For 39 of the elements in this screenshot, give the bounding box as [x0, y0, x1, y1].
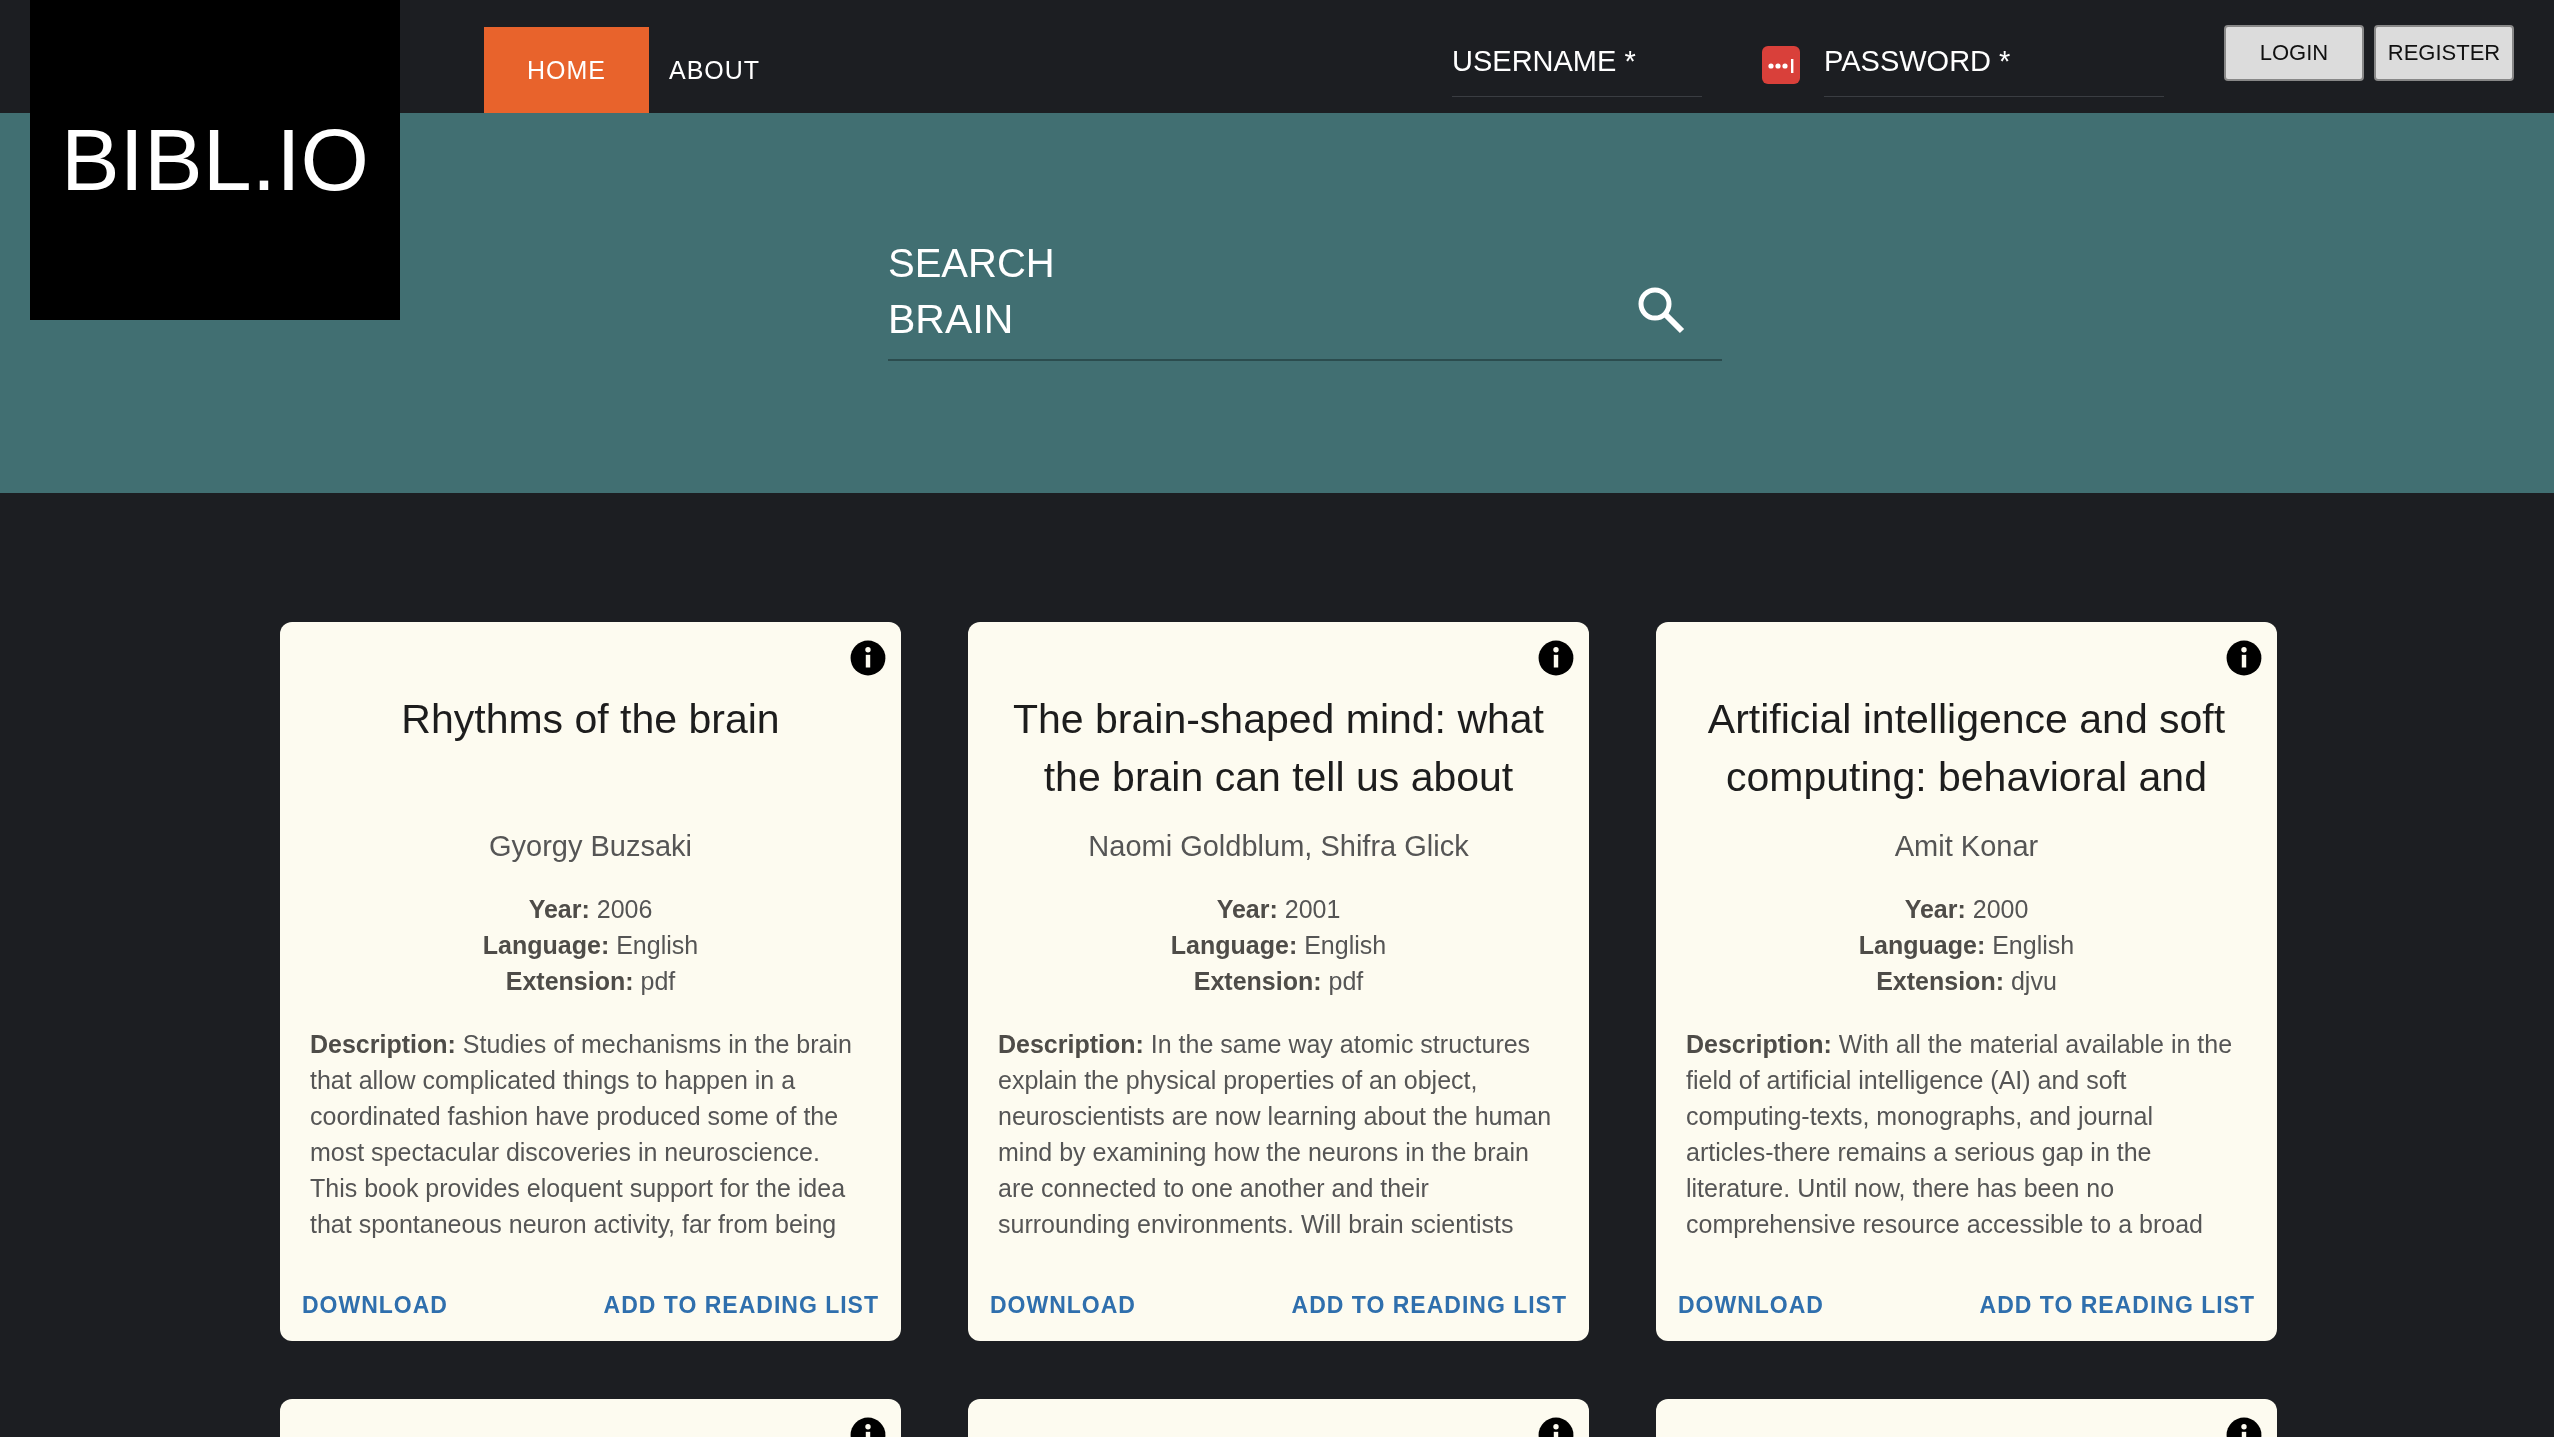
download-link[interactable]: DOWNLOAD [990, 1288, 1136, 1323]
info-icon[interactable] [1537, 639, 1575, 677]
book-title: Artificial intelligence and soft computing: behavioral and [1706, 695, 2227, 802]
book-description: Description: Studies of mechanisms in the brain that allow complicated things to happen in a coordinated fashion have produced some of the most spectacular discoveries in neuroscience. This book provides eloquent support for the idea that spontaneous neuron activity, far from being [309, 1029, 853, 1240]
book-detail: Year: 2000 [1904, 894, 2029, 925]
book-detail: Extension: pdf [1193, 966, 1364, 997]
info-icon[interactable] [2225, 639, 2263, 677]
username-field[interactable]: USERNAME * [1452, 32, 1702, 97]
password-manager-icon[interactable] [1762, 45, 1800, 84]
book-detail: Language: English [482, 930, 699, 961]
book-author: Amit Konar [1893, 830, 2040, 863]
book-title: Rhythms of the brain [400, 695, 781, 744]
search-value: BRAIN [888, 295, 1015, 344]
book-author: Naomi Goldblum, Shifra Glick [1087, 830, 1470, 863]
search-field[interactable]: SEARCH BRAIN [888, 235, 1722, 361]
book-description: Description: With all the material available in the field of artificial intelligence (AI) and soft computing-texts, monographs, and journal articles-there remains a serious gap in the literature. Until now, there has been no comprehensive resource accessible to a broad [1685, 1029, 2234, 1240]
download-link[interactable]: DOWNLOAD [1678, 1288, 1824, 1323]
book-detail: Language: English [1170, 930, 1387, 961]
book-author: Gyorgy Buzsaki [487, 830, 694, 863]
search-icon[interactable] [1636, 285, 1686, 335]
add-to-reading-list-link[interactable]: ADD TO READING LIST [603, 1288, 879, 1323]
nav-tab[interactable]: ABOUT [649, 27, 781, 113]
search-label: SEARCH [888, 240, 1056, 287]
book-detail: Extension: djvu [1876, 966, 2057, 997]
book-detail: Extension: pdf [505, 966, 676, 997]
book-detail: Language: English [1858, 930, 2075, 961]
add-to-reading-list-link[interactable]: ADD TO READING LIST [1291, 1288, 1567, 1323]
download-link[interactable]: DOWNLOAD [302, 1288, 448, 1323]
book-title: The brain-shaped mind: what the brain can tell us about [1012, 695, 1545, 802]
nav-tab[interactable]: HOME [484, 27, 649, 113]
logo[interactable]: BIBL.IO [30, 0, 400, 320]
info-icon[interactable] [849, 639, 887, 677]
book-detail: Year: 2001 [1216, 894, 1341, 925]
password-field[interactable]: PASSWORD * [1824, 32, 2164, 97]
book-detail: Year: 2006 [528, 894, 653, 925]
register-button[interactable]: REGISTER [2374, 25, 2514, 81]
book-description: Description: In the same way atomic structures explain the physical properties of an object, neuroscientists are now learning about the human mind by examining how the neurons in the brain are connected to one another and their surrounding environments. Will brain scientists [997, 1029, 1553, 1240]
login-button[interactable]: LOGIN [2224, 25, 2364, 81]
add-to-reading-list-link[interactable]: ADD TO READING LIST [1979, 1288, 2255, 1323]
